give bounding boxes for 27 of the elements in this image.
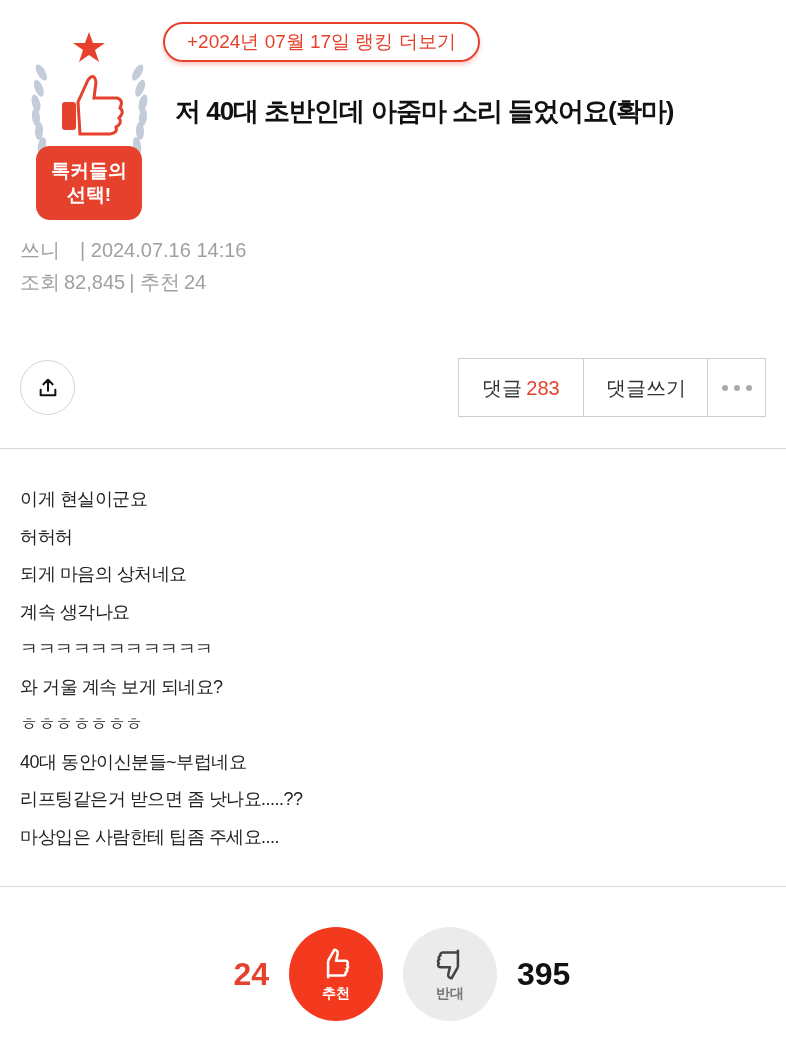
downvote-count: 395 [517,955,572,994]
body-text: 마상입은 사람한테 팁좀 주세요.... [20,825,280,849]
write-comment-button[interactable]: 댓글쓰기 [584,359,708,416]
post-date: | 2024.07.16 14:16 [80,238,247,263]
views-count: 82,845 [64,270,126,295]
body-text: 이게 현실이군요 [20,488,148,511]
downvote-button[interactable]: 반대 [403,927,497,1021]
views-label: 조회 [20,270,60,295]
more-icon [721,384,752,391]
comments-button[interactable]: 댓글 283 [459,359,584,416]
body-text: 계속 생각나요 [20,600,131,624]
body-text: 와 거울 계속 보게 되네요? [20,675,224,699]
body-text: 40대 동안이신분들~부럽네요 [20,750,248,774]
body-text: ㅋㅋㅋㅋㅋㅋㅋㅋㅋㅋㅋ [20,638,214,661]
body-text: 되게 마음의 상처네요 [20,563,188,586]
author-name: 쓰니 [20,238,60,263]
likes-count: 24 [183,270,207,295]
body-text: ㅎㅎㅎㅎㅎㅎㅎ [20,713,144,736]
body-text: 리프팅같은거 받으면 좀 낫나요.....?? [20,788,304,811]
upvote-button[interactable]: 추천 [289,927,383,1021]
upvote-count: 24 [232,955,269,994]
ranking-link[interactable]: +2024년 07월 17일 랭킹 더보기 [163,22,480,62]
likes-label: | 추천 [129,270,180,295]
badge-text: 선택! [66,183,112,207]
badge-text: 톡커들의 [51,159,127,183]
body-text: 허허허 [20,525,74,549]
post-title: 저 40대 초반인데 아줌마 소리 들었어요(확마) [175,95,674,128]
